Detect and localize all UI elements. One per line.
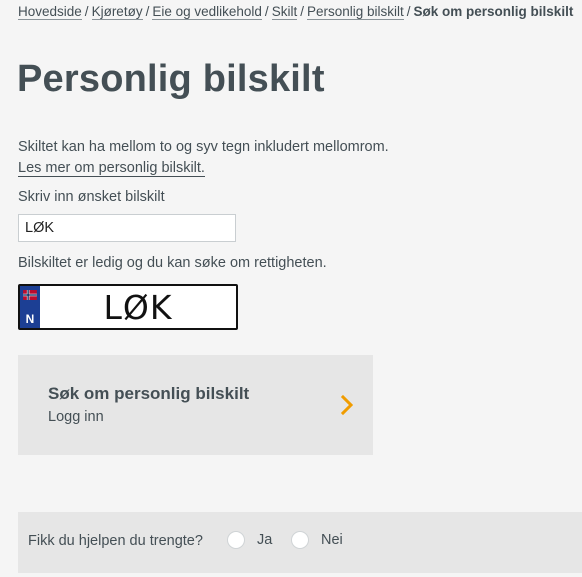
breadcrumb-current: Søk om personlig bilskilt bbox=[413, 4, 574, 19]
feedback-yes-radio[interactable]: Ja bbox=[227, 531, 272, 549]
read-more-link[interactable]: Les mer om personlig bilskilt. bbox=[18, 160, 205, 177]
feedback-no-label: Nei bbox=[321, 532, 343, 548]
apply-card-title: Søk om personlig bilskilt bbox=[48, 384, 250, 403]
radio-circle[interactable] bbox=[227, 531, 245, 549]
apply-personal-plate-button[interactable]: Søk om personlig bilskilt Logg inn bbox=[18, 355, 373, 455]
breadcrumb-link-skilt[interactable]: Skilt bbox=[271, 4, 298, 20]
breadcrumb-link-personlig-bilskilt[interactable]: Personlig bilskilt bbox=[306, 4, 404, 20]
apply-card-subtitle: Logg inn bbox=[48, 409, 104, 425]
breadcrumb-separator: / bbox=[84, 4, 89, 19]
breadcrumb: Hovedside / Kjøretøy / Eie og vedlikehold / Sk… bbox=[18, 4, 574, 20]
license-plate-preview: N LØK bbox=[18, 284, 238, 330]
breadcrumb-separator: / bbox=[145, 4, 150, 19]
plate-country-code: N bbox=[25, 312, 35, 326]
plate-country-band: N bbox=[20, 286, 40, 328]
plate-characters: LØK bbox=[103, 287, 173, 327]
feedback-yes-label: Ja bbox=[257, 532, 273, 548]
breadcrumb-link-hovedside[interactable]: Hovedside bbox=[18, 4, 82, 20]
feedback-no-radio[interactable]: Nei bbox=[291, 531, 343, 549]
page-title: Personlig bilskilt bbox=[17, 58, 325, 100]
breadcrumb-separator: / bbox=[300, 4, 304, 19]
availability-status: Bilskiltet er ledig og du kan søke om re… bbox=[18, 255, 327, 271]
chevron-right-icon bbox=[340, 394, 354, 416]
feedback-question: Fikk du hjelpen du trengte? bbox=[28, 533, 203, 549]
intro-text: Skiltet kan ha mellom to og syv tegn ink… bbox=[18, 139, 389, 155]
plate-input-label: Skriv inn ønsket bilskilt bbox=[18, 189, 165, 205]
intro-text-block: Skiltet kan ha mellom to og syv tegn ink… bbox=[18, 137, 389, 179]
feedback-section: Fikk du hjelpen du trengte? Ja Nei bbox=[18, 512, 582, 573]
breadcrumb-link-eie-og-vedlikehold[interactable]: Eie og vedlikehold bbox=[152, 4, 262, 20]
norway-flag-icon bbox=[23, 290, 37, 300]
radio-circle[interactable] bbox=[291, 531, 309, 549]
breadcrumb-separator: / bbox=[264, 4, 269, 19]
breadcrumb-separator: / bbox=[406, 4, 411, 19]
plate-input[interactable] bbox=[18, 214, 236, 242]
breadcrumb-link-kjoretoy[interactable]: Kjøretøy bbox=[91, 4, 143, 20]
